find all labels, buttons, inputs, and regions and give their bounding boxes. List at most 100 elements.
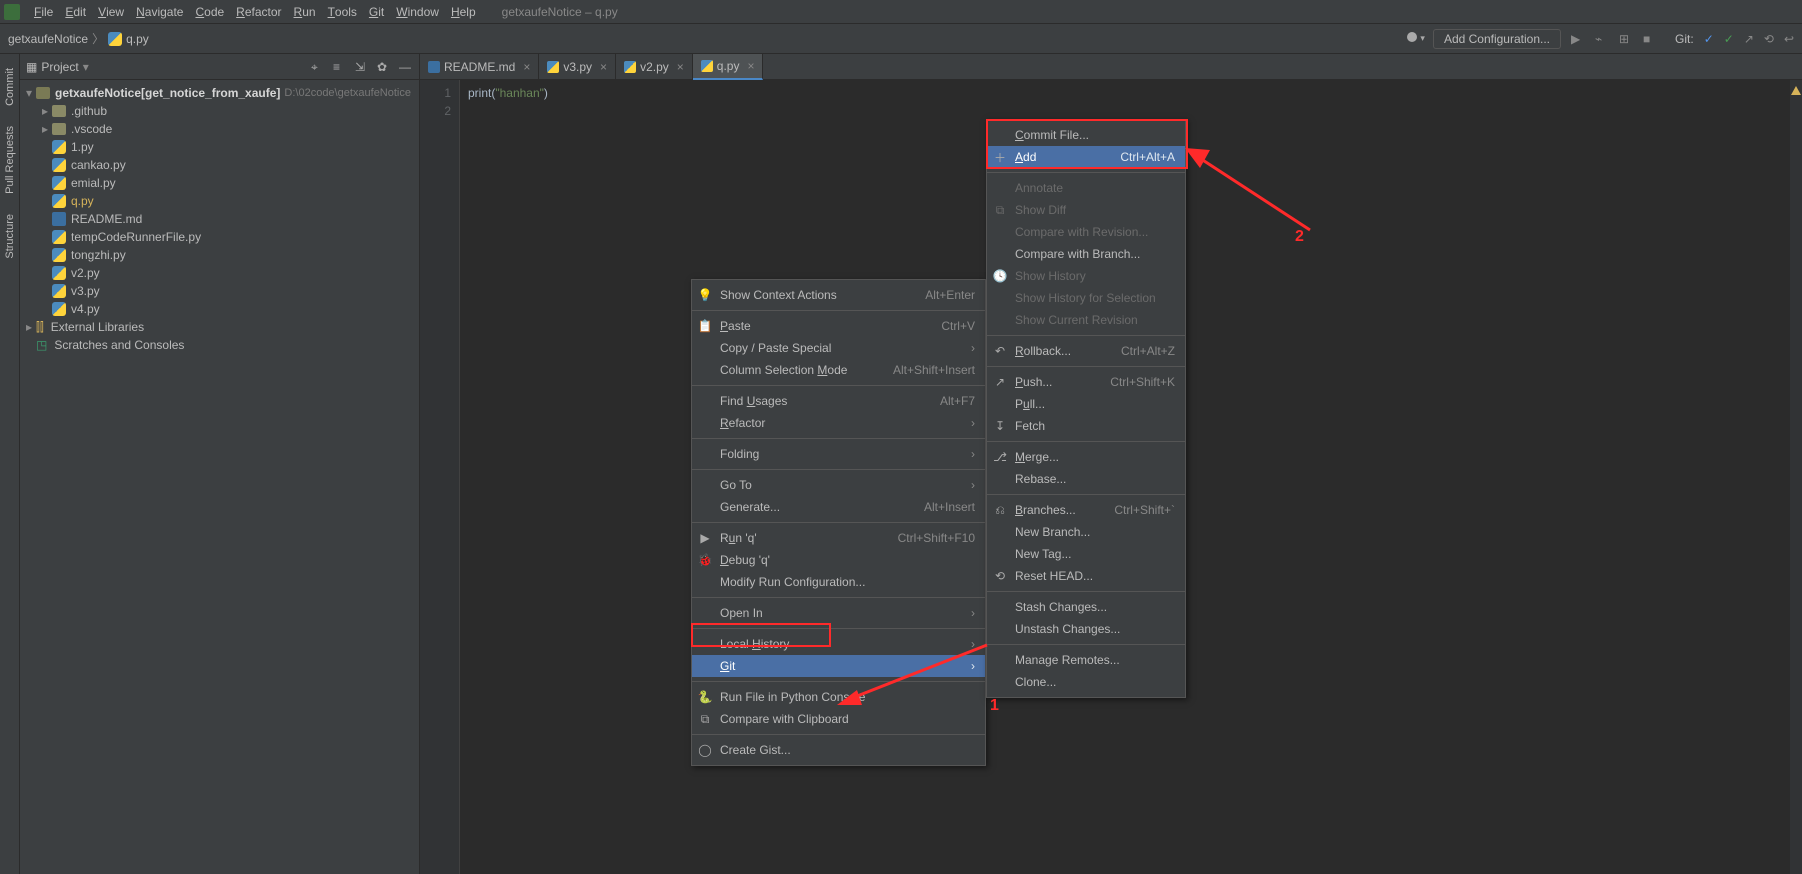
tree-file-v4-py[interactable]: v4.py — [20, 300, 419, 318]
close-icon[interactable]: × — [600, 60, 607, 74]
editor-context-menu[interactable]: 💡Show Context ActionsAlt+Enter 📋PasteCtrl… — [691, 279, 986, 766]
project-tree[interactable]: ▾getxaufeNotice [get_notice_from_xaufe]D… — [20, 80, 419, 874]
settings-icon[interactable]: ✿ — [377, 60, 391, 74]
hide-icon[interactable]: — — [399, 60, 413, 74]
git-push-icon[interactable]: ↗ — [1744, 32, 1754, 46]
ctx-copy-paste-special[interactable]: Copy / Paste Special› — [692, 337, 985, 359]
editor-tab-q-py[interactable]: q.py× — [693, 54, 764, 80]
git-update-icon[interactable]: ✓ — [1704, 32, 1714, 46]
git-submenu[interactable]: Commit File...＋AddCtrl+Alt+AAnnotate⧉Sho… — [986, 119, 1186, 698]
tree-file-emial-py[interactable]: emial.py — [20, 174, 419, 192]
menu-item-window[interactable]: Window — [390, 0, 445, 24]
git-reset-head[interactable]: ⟲Reset HEAD... — [987, 565, 1185, 587]
editor-tab-v3-py[interactable]: v3.py× — [539, 54, 616, 80]
ctx-show-context-actions[interactable]: 💡Show Context ActionsAlt+Enter — [692, 284, 985, 306]
menu-item-navigate[interactable]: Navigate — [130, 0, 189, 24]
vertical-tab-structure[interactable]: Structure — [2, 204, 18, 269]
expand-icon[interactable]: ≡ — [333, 60, 347, 74]
tree-external-libraries[interactable]: ▸⫿⫿External Libraries — [20, 318, 419, 336]
git-pull[interactable]: Pull... — [987, 393, 1185, 415]
git-revert-icon[interactable]: ↩ — [1784, 32, 1794, 46]
tree-root[interactable]: ▾getxaufeNotice [get_notice_from_xaufe]D… — [20, 84, 419, 102]
git-rebase[interactable]: Rebase... — [987, 468, 1185, 490]
git-stash-changes[interactable]: Stash Changes... — [987, 596, 1185, 618]
tree-file-1-py[interactable]: 1.py — [20, 138, 419, 156]
ctx-modify-run-configuration[interactable]: Modify Run Configuration... — [692, 571, 985, 593]
tree-folder-github[interactable]: ▸.github — [20, 102, 419, 120]
ctx-go-to[interactable]: Go To› — [692, 474, 985, 496]
project-title[interactable]: Project — [41, 60, 78, 74]
vertical-tab-commit[interactable]: Commit — [2, 58, 18, 116]
close-icon[interactable]: × — [747, 59, 754, 73]
ctx-paste[interactable]: 📋PasteCtrl+V — [692, 315, 985, 337]
menu-item-help[interactable]: Help — [445, 0, 482, 24]
tree-file-cankao-py[interactable]: cankao.py — [20, 156, 419, 174]
user-icon[interactable] — [1405, 32, 1423, 46]
git-commit-icon[interactable]: ✓ — [1724, 32, 1734, 46]
tree-file-v3-py[interactable]: v3.py — [20, 282, 419, 300]
ctx-run-q[interactable]: ▶Run 'q'Ctrl+Shift+F10 — [692, 527, 985, 549]
breadcrumb-root[interactable]: getxaufeNotice — [8, 32, 88, 46]
ctx-refactor[interactable]: Refactor› — [692, 412, 985, 434]
ctx-compare-with-clipboard[interactable]: ⧉Compare with Clipboard — [692, 708, 985, 730]
git-branches[interactable]: ⎌Branches...Ctrl+Shift+` — [987, 499, 1185, 521]
git-unstash-changes[interactable]: Unstash Changes... — [987, 618, 1185, 640]
git-manage-remotes[interactable]: Manage Remotes... — [987, 649, 1185, 671]
tree-file-tempCodeRunnerFile-py[interactable]: tempCodeRunnerFile.py — [20, 228, 419, 246]
add-configuration-button[interactable]: Add Configuration... — [1433, 29, 1561, 49]
ctx-open-in[interactable]: Open In› — [692, 602, 985, 624]
git-clone[interactable]: Clone... — [987, 671, 1185, 693]
debug-icon[interactable]: ⌁ — [1595, 32, 1609, 46]
editor-tab-README-md[interactable]: README.md× — [420, 54, 539, 80]
tree-file-q-py[interactable]: q.py — [20, 192, 419, 210]
menu-separator — [692, 438, 985, 439]
git-history-icon[interactable]: ⟲ — [1764, 32, 1774, 46]
ctx-git[interactable]: Git› — [692, 655, 985, 677]
breadcrumb[interactable]: getxaufeNotice 〉 q.py — [8, 30, 149, 47]
ctx-run-file-in-python-console[interactable]: 🐍Run File in Python Console — [692, 686, 985, 708]
menu-item-tools[interactable]: Tools — [322, 0, 363, 24]
git-push[interactable]: ↗Push...Ctrl+Shift+K — [987, 371, 1185, 393]
menu-item-refactor[interactable]: Refactor — [230, 0, 287, 24]
run-icon[interactable]: ▶ — [1571, 32, 1585, 46]
menu-item-file[interactable]: File — [28, 0, 59, 24]
git-add[interactable]: ＋AddCtrl+Alt+A — [987, 146, 1185, 168]
ctx-column-selection-mode[interactable]: Column Selection ModeAlt+Shift+Insert — [692, 359, 985, 381]
tree-file-tongzhi-py[interactable]: tongzhi.py — [20, 246, 419, 264]
git-new-tag[interactable]: New Tag... — [987, 543, 1185, 565]
ctx-find-usages[interactable]: Find UsagesAlt+F7 — [692, 390, 985, 412]
menu-item-git[interactable]: Git — [363, 0, 390, 24]
git-commit-file[interactable]: Commit File... — [987, 124, 1185, 146]
ctx-generate[interactable]: Generate...Alt+Insert — [692, 496, 985, 518]
menu-item-code[interactable]: Code — [189, 0, 230, 24]
ctx-create-gist[interactable]: ◯Create Gist... — [692, 739, 985, 761]
close-icon[interactable]: × — [523, 60, 530, 74]
close-icon[interactable]: × — [677, 60, 684, 74]
coverage-icon[interactable]: ⊞ — [1619, 32, 1633, 46]
menu-label: Git — [720, 659, 735, 673]
menu-item-view[interactable]: View — [92, 0, 130, 24]
locate-icon[interactable]: ⌖ — [311, 60, 325, 74]
menu-item-run[interactable]: Run — [288, 0, 322, 24]
git-new-branch[interactable]: New Branch... — [987, 521, 1185, 543]
tree-scratches[interactable]: ◳Scratches and Consoles — [20, 336, 419, 354]
git-compare-with-branch[interactable]: Compare with Branch... — [987, 243, 1185, 265]
collapse-icon[interactable]: ⇲ — [355, 60, 369, 74]
stop-icon[interactable]: ■ — [1643, 32, 1657, 46]
menu-item-edit[interactable]: Edit — [59, 0, 92, 24]
tree-file-v2-py[interactable]: v2.py — [20, 264, 419, 282]
vertical-tab-pull-requests[interactable]: Pull Requests — [2, 116, 18, 204]
ctx-folding[interactable]: Folding› — [692, 443, 985, 465]
git-fetch[interactable]: ↧Fetch — [987, 415, 1185, 437]
ctx-debug-q[interactable]: 🐞Debug 'q' — [692, 549, 985, 571]
editor-tab-v2-py[interactable]: v2.py× — [616, 54, 693, 80]
tree-folder-vscode[interactable]: ▸.vscode — [20, 120, 419, 138]
ctx-local-history[interactable]: Local History› — [692, 633, 985, 655]
breadcrumb-file[interactable]: q.py — [126, 32, 149, 46]
warning-icon[interactable] — [1791, 86, 1801, 95]
tree-file-README-md[interactable]: README.md — [20, 210, 419, 228]
chevron-down-icon[interactable]: ▾ — [83, 60, 89, 74]
git-rollback[interactable]: ↶Rollback...Ctrl+Alt+Z — [987, 340, 1185, 362]
git-merge[interactable]: ⎇Merge... — [987, 446, 1185, 468]
menu-label: Show History for Selection — [1015, 291, 1156, 305]
